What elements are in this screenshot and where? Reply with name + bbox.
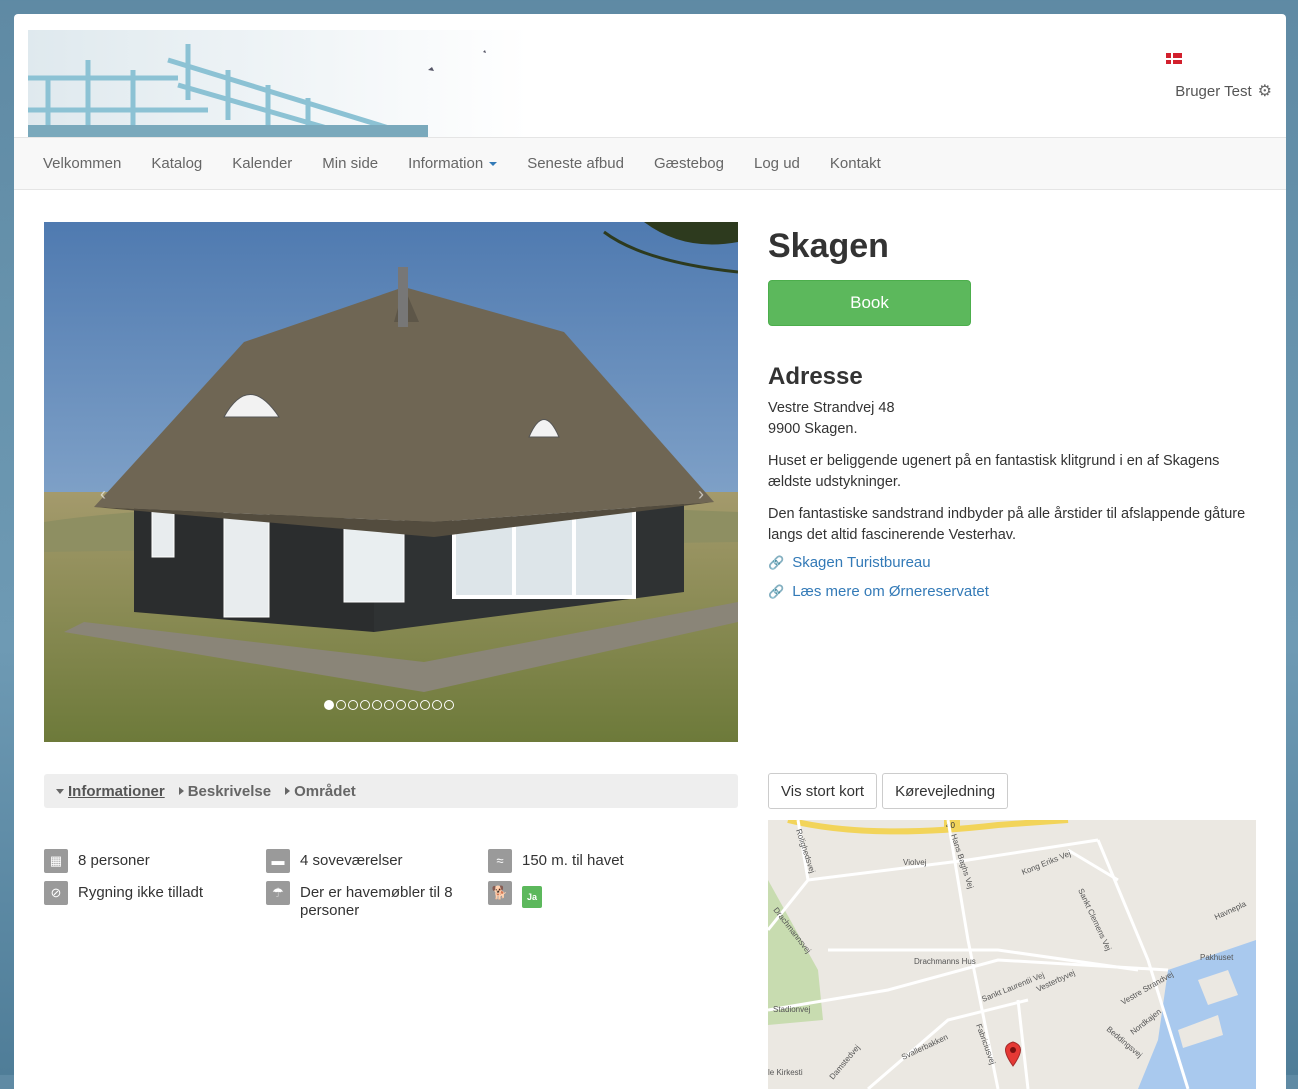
caret-down-icon <box>56 788 64 794</box>
address: Vestre Strandvej 48 9900 Skagen. <box>768 398 1258 440</box>
carousel-indicators <box>324 700 454 710</box>
map-label-stadionvej: Stadionvej <box>773 1005 811 1014</box>
nav-item-velkommen[interactable]: Velkommen <box>28 155 136 172</box>
description-2: Den fantastiske sandstrand indbyder på a… <box>768 506 1246 543</box>
main-nav: Velkommen Katalog Kalender Min side Info… <box>14 137 1286 190</box>
feature-pets: 🐕 Ja <box>488 881 543 908</box>
danish-flag-icon[interactable] <box>1166 53 1182 64</box>
header: Bruger Test ⚙ <box>14 14 1286 137</box>
carousel-next-icon[interactable]: › <box>698 484 704 505</box>
nav-item-information-label: Information <box>408 155 484 172</box>
nav-item-information[interactable]: Information <box>393 155 512 172</box>
link-icon: 🔗 <box>768 554 785 570</box>
link-skagen-turistbureau[interactable]: 🔗 Skagen Turistbureau <box>768 554 1258 571</box>
feature-smoking: ⊘ Rygning ikke tilladt <box>44 881 204 905</box>
nav-item-log-ud[interactable]: Log ud <box>739 155 815 172</box>
nav-item-gaestebog[interactable]: Gæstebog <box>639 155 739 172</box>
feature-persons-label: 8 personer <box>78 852 150 869</box>
persons-icon: ▦ <box>44 849 68 873</box>
address-line1: Vestre Strandvej 48 <box>768 400 895 416</box>
bed-icon: ▬ <box>266 849 290 873</box>
feature-distance-sea: ≈ 150 m. til havet <box>488 849 624 873</box>
nav-item-min-side[interactable]: Min side <box>307 155 393 172</box>
banner-image <box>28 30 528 137</box>
carousel-dot[interactable] <box>372 700 382 710</box>
feature-distance-sea-label: 150 m. til havet <box>522 852 624 869</box>
tab-informationer-label: Informationer <box>68 782 165 800</box>
dog-icon: 🐕 <box>488 881 512 905</box>
carousel-dot[interactable] <box>384 700 394 710</box>
property-info: Skagen Book Adresse Vestre Strandvej 48 … <box>768 222 1258 612</box>
description-1: Huset er beliggende ugenert på en fantas… <box>768 453 1220 490</box>
garden-furniture-icon: ☂ <box>266 881 290 905</box>
nav-item-seneste-afbud[interactable]: Seneste afbud <box>512 155 639 172</box>
link-label: Skagen Turistbureau <box>792 554 931 571</box>
link-label: Læs mere om Ørnereservatet <box>792 583 989 600</box>
carousel-dot[interactable] <box>360 700 370 710</box>
map[interactable]: 40 Rolighedsvej Violvej Hans Baghs Vej K… <box>768 820 1256 1089</box>
map-canvas: 40 Rolighedsvej Violvej Hans Baghs Vej K… <box>768 820 1256 1089</box>
property-photo-carousel[interactable]: ‹ › <box>44 222 738 742</box>
map-label-pakhuset: Pakhuset <box>1200 953 1234 962</box>
feature-garden-furniture: ☂ Der er havemøbler til 8 personer <box>266 881 466 920</box>
carousel-dot[interactable] <box>432 700 442 710</box>
feature-smoking-label: Rygning ikke tilladt <box>78 884 204 901</box>
carousel-dot[interactable] <box>444 700 454 710</box>
carousel-dot[interactable] <box>336 700 346 710</box>
large-map-button[interactable]: Vis stort kort <box>768 773 878 809</box>
user-name: Bruger Test <box>1175 82 1252 100</box>
tab-omraadet-label: Området <box>294 782 356 800</box>
link-icon: 🔗 <box>768 583 785 599</box>
carousel-dot[interactable] <box>420 700 430 710</box>
tab-beskrivelse-label: Beskrivelse <box>187 782 272 800</box>
caret-right-icon <box>178 787 184 795</box>
property-title: Skagen <box>768 227 889 265</box>
directions-button[interactable]: Kørevejledning <box>882 773 1009 809</box>
gear-icon[interactable]: ⚙ <box>1258 81 1272 101</box>
property-photo <box>44 222 738 742</box>
tab-omraadet[interactable]: Området <box>285 783 356 800</box>
nav-item-kontakt[interactable]: Kontakt <box>815 155 896 172</box>
no-smoking-icon: ⊘ <box>44 881 68 905</box>
address-line2: 9900 Skagen. <box>768 421 858 437</box>
carousel-dot[interactable] <box>408 700 418 710</box>
user-menu[interactable]: Bruger Test ⚙ <box>1175 81 1272 101</box>
book-button[interactable]: Book <box>768 280 971 326</box>
page: Bruger Test ⚙ Velkommen Katalog Kalender… <box>14 14 1286 1089</box>
pets-allowed-badge: Ja <box>522 886 543 908</box>
feature-bedrooms-label: 4 soveværelser <box>300 852 403 869</box>
feature-garden-furniture-label: Der er havemøbler til 8 personer <box>300 884 453 919</box>
carousel-dot[interactable] <box>348 700 358 710</box>
nav-item-katalog[interactable]: Katalog <box>136 155 217 172</box>
caret-right-icon <box>285 787 291 795</box>
carousel-dot[interactable] <box>396 700 406 710</box>
wave-icon: ≈ <box>488 849 512 873</box>
feature-persons: ▦ 8 personer <box>44 849 150 873</box>
tab-informationer[interactable]: Informationer <box>56 783 165 800</box>
nav-item-kalender[interactable]: Kalender <box>217 155 307 172</box>
map-label-kirkestien: le Kirkesti <box>768 1068 803 1077</box>
tab-beskrivelse[interactable]: Beskrivelse <box>178 782 272 800</box>
map-label-drachmanns-hus: Drachmanns Hus <box>914 957 976 966</box>
address-heading: Adresse <box>768 363 863 390</box>
carousel-dot[interactable] <box>324 700 334 710</box>
carousel-prev-icon[interactable]: ‹ <box>100 484 106 505</box>
map-buttons: Vis stort kort Kørevejledning <box>768 773 1009 809</box>
link-ornereservatet[interactable]: 🔗 Læs mere om Ørnereservatet <box>768 583 1258 600</box>
feature-bedrooms: ▬ 4 soveværelser <box>266 849 403 873</box>
info-tabs: Informationer Beskrivelse Området <box>44 774 738 808</box>
caret-down-icon <box>489 162 498 167</box>
map-label-violvej: Violvej <box>903 858 927 867</box>
